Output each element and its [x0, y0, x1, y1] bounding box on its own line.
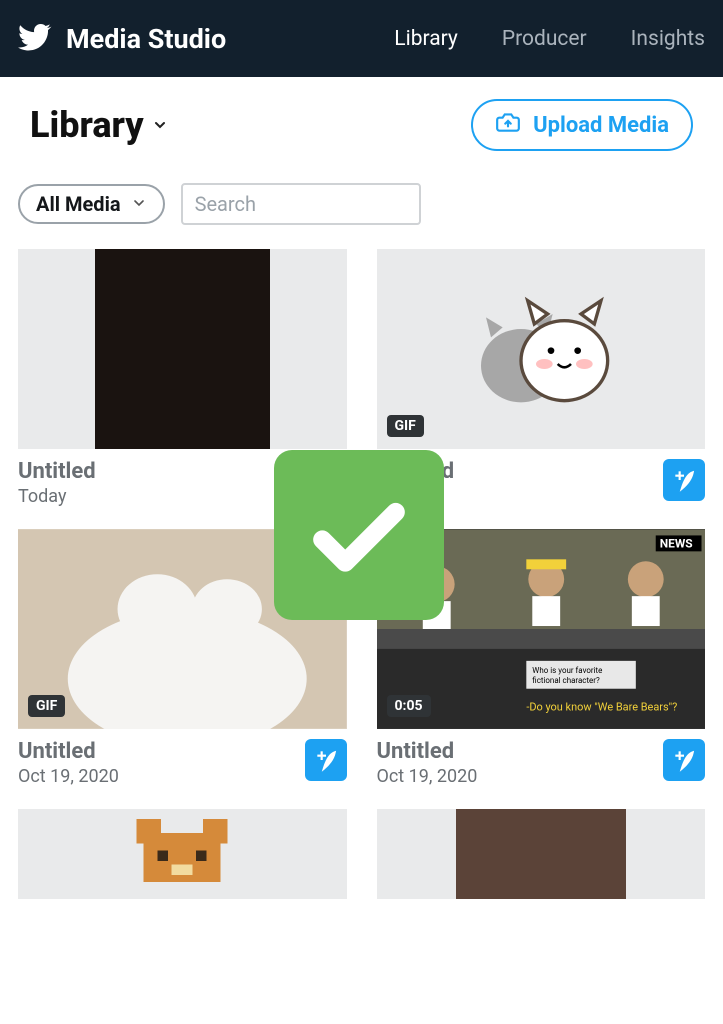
gif-badge: GIF — [387, 415, 424, 437]
image-placeholder — [127, 819, 237, 889]
compose-icon — [313, 747, 339, 773]
upload-media-label: Upload Media — [533, 113, 669, 138]
filter-all-media[interactable]: All Media — [18, 184, 165, 224]
svg-text:fictional character?: fictional character? — [532, 676, 600, 685]
gif-badge: GIF — [28, 695, 65, 717]
media-date: Oct 19, 2020 — [18, 766, 119, 787]
upload-media-button[interactable]: Upload Media — [471, 99, 693, 151]
compose-tweet-button[interactable] — [305, 739, 347, 781]
chevron-down-icon — [131, 192, 147, 216]
nav-links: Library Producer Insights — [394, 27, 705, 51]
chevron-down-icon — [152, 117, 168, 133]
media-card[interactable] — [18, 809, 347, 899]
media-title: Untitled — [18, 459, 96, 484]
svg-text:-Do you know "We Bare Bears"?: -Do you know "We Bare Bears"? — [526, 701, 677, 714]
compose-tweet-button[interactable] — [663, 459, 705, 501]
media-thumbnail[interactable]: GIF — [377, 249, 706, 449]
media-thumbnail[interactable] — [18, 249, 347, 449]
svg-text:NEWS: NEWS — [659, 536, 692, 550]
nav-producer[interactable]: Producer — [502, 27, 587, 51]
top-nav: Media Studio Library Producer Insights — [0, 0, 723, 77]
filter-label: All Media — [36, 192, 121, 216]
compose-icon — [671, 467, 697, 493]
media-title: Untitled — [18, 739, 119, 764]
twitter-bird-icon — [18, 20, 52, 58]
image-placeholder — [456, 809, 626, 899]
svg-text:Who is your favorite: Who is your favorite — [532, 666, 602, 675]
nav-insights[interactable]: Insights — [631, 27, 705, 51]
camera-upload-icon — [495, 109, 521, 141]
search-input[interactable] — [181, 183, 421, 225]
brand-title: Media Studio — [66, 23, 226, 55]
media-date: Today — [18, 486, 96, 507]
nav-library[interactable]: Library — [394, 27, 458, 51]
page-header: Library Upload Media — [0, 77, 723, 165]
checkmark-icon — [304, 480, 414, 590]
compose-tweet-button[interactable] — [663, 739, 705, 781]
media-card[interactable] — [377, 809, 706, 899]
success-check-overlay — [274, 450, 444, 620]
media-thumbnail[interactable] — [18, 809, 347, 899]
media-thumbnail[interactable] — [377, 809, 706, 899]
image-placeholder — [95, 249, 270, 449]
image-placeholder — [456, 274, 626, 424]
compose-icon — [671, 747, 697, 773]
page-title: Library — [30, 104, 144, 146]
brand: Media Studio — [18, 20, 226, 58]
page-title-dropdown[interactable]: Library — [30, 104, 168, 146]
toolbar: All Media — [0, 165, 723, 235]
duration-badge: 0:05 — [387, 695, 431, 717]
media-date: Oct 19, 2020 — [377, 766, 478, 787]
media-title: Untitled — [377, 739, 478, 764]
